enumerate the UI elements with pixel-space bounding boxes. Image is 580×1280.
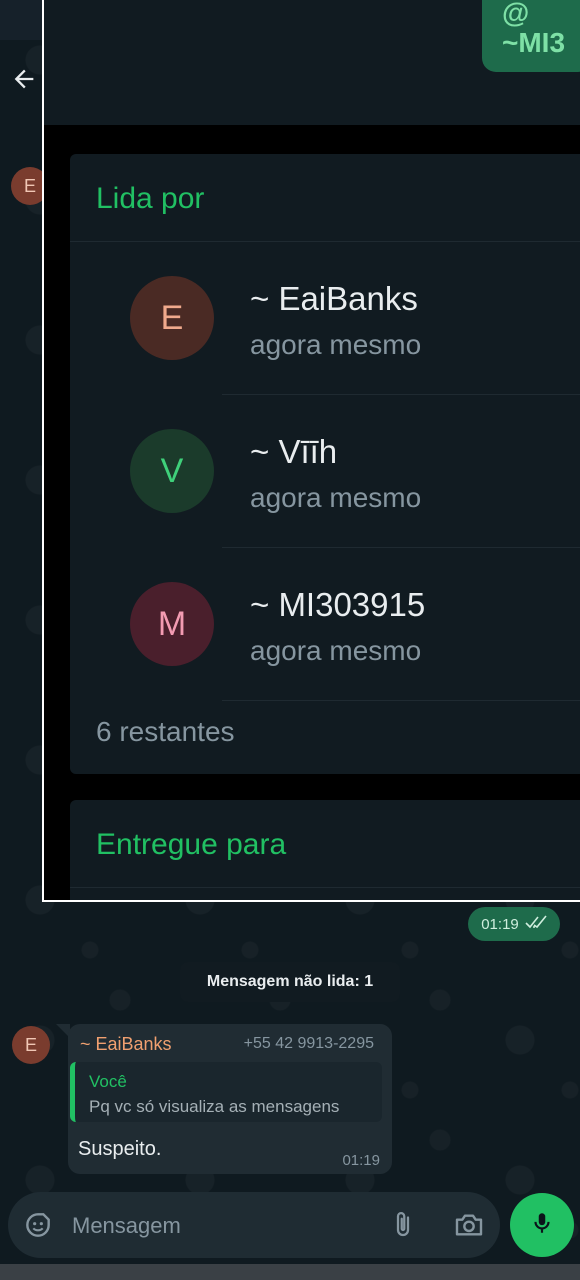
screenshot-bubble-text: @ ~MI3 — [502, 0, 566, 58]
divider — [70, 241, 580, 242]
avatar[interactable]: E — [12, 1026, 50, 1064]
divider — [70, 887, 580, 888]
attach-icon[interactable] — [388, 1209, 418, 1241]
shared-screenshot[interactable]: @ ~MI3 Lida por E ~ EaiBanks agora mesmo… — [42, 0, 580, 902]
divider — [222, 394, 580, 395]
reader-status: agora mesmo — [250, 482, 422, 513]
unread-banner-text: Mensagem não lida: 1 — [206, 973, 374, 990]
quoted-message[interactable]: Você Pq vc só visualiza as mensagens — [70, 1062, 382, 1122]
quoted-author: Você — [89, 1072, 127, 1091]
back-arrow-icon[interactable] — [6, 58, 42, 100]
avatar-initial: E — [24, 1034, 37, 1055]
read-by-title: Lida por — [96, 182, 205, 215]
reader-initial: M — [157, 604, 187, 643]
reader-avatar: M — [130, 582, 214, 666]
delivered-title: Entregue para — [96, 828, 287, 861]
sent-time-badge: 01:19 — [468, 907, 560, 941]
message-composer — [8, 1192, 500, 1258]
reader-name: ~ EaiBanks — [250, 280, 418, 317]
incoming-message-bubble[interactable]: ~ EaiBanks +55 42 9913-2295 Você Pq vc s… — [68, 1024, 392, 1174]
reader-initial: V — [160, 451, 184, 490]
delivered-card: Entregue para — [70, 800, 580, 900]
sent-time: 01:19 — [481, 915, 519, 933]
sticker-icon[interactable] — [22, 1209, 54, 1241]
read-by-card: Lida por E ~ EaiBanks agora mesmo V ~ Vī… — [70, 154, 580, 774]
divider — [222, 700, 580, 701]
message-text: Suspeito. — [78, 1138, 162, 1160]
divider — [222, 547, 580, 548]
reader-name: ~ Vīīh — [250, 433, 338, 470]
reader-status: agora mesmo — [250, 329, 422, 360]
message-input[interactable] — [70, 1210, 364, 1242]
reader-avatar: V — [130, 429, 214, 513]
reader-avatar: E — [130, 276, 214, 360]
sender-phone: +55 42 9913-2295 — [243, 1035, 374, 1052]
camera-icon[interactable] — [452, 1209, 486, 1241]
message-sender[interactable]: ~ EaiBanks — [80, 1034, 172, 1055]
screenshot-message-bubble: @ ~MI3 — [482, 0, 580, 72]
remaining-count: 6 restantes — [96, 716, 235, 747]
system-nav-bar — [0, 1264, 580, 1280]
mic-icon — [529, 1208, 555, 1243]
reader-status: agora mesmo — [250, 635, 422, 666]
message-time: 01:19 — [342, 1152, 380, 1169]
quoted-text: Pq vc só visualiza as mensagens — [89, 1097, 340, 1116]
reader-initial: E — [160, 298, 184, 337]
reader-name: ~ MI303915 — [250, 586, 426, 623]
unread-banner: Mensagem não lida: 1 — [180, 962, 400, 1002]
double-check-icon — [525, 915, 547, 933]
avatar-initial: E — [23, 175, 36, 196]
mic-button[interactable] — [510, 1193, 574, 1257]
